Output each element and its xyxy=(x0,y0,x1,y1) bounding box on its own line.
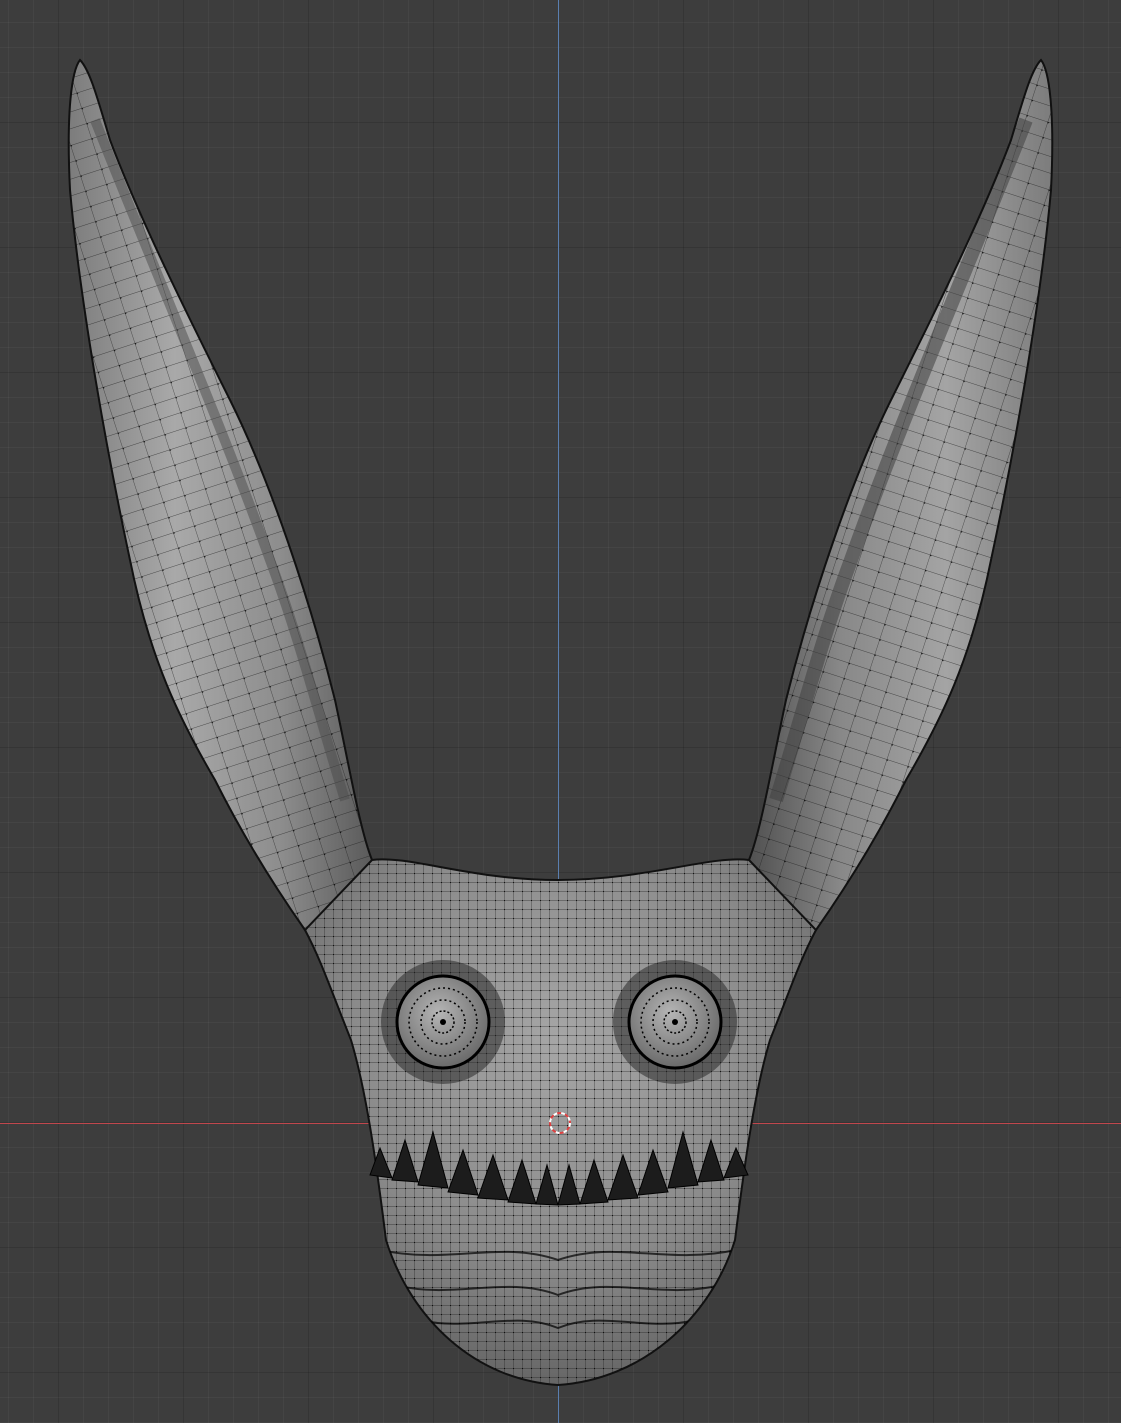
left-eye[interactable] xyxy=(381,960,505,1084)
3d-viewport[interactable] xyxy=(0,0,1121,1423)
head-mesh[interactable] xyxy=(290,840,830,1400)
right-ear[interactable] xyxy=(700,40,1080,960)
mesh-scene[interactable] xyxy=(0,0,1121,1423)
left-ear[interactable] xyxy=(40,40,420,960)
right-eye[interactable] xyxy=(613,960,737,1084)
